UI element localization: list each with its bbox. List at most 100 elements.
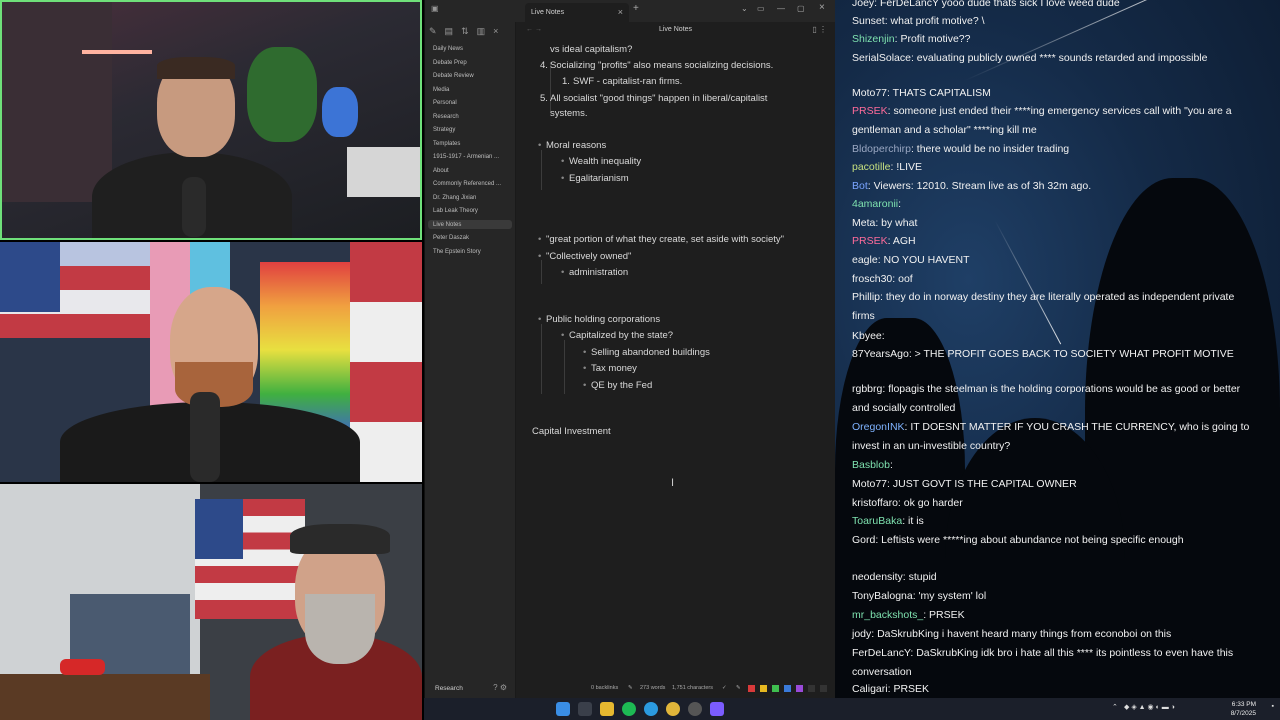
- chat-username[interactable]: Moto77: [852, 87, 887, 99]
- color-swatch-yellow[interactable]: [760, 685, 767, 692]
- window-close-button[interactable]: ×: [819, 2, 825, 13]
- chat-username[interactable]: TonyBalogna: [852, 590, 913, 602]
- chat-username[interactable]: FerDeLancY: [852, 647, 910, 659]
- color-swatch-red[interactable]: [748, 685, 755, 692]
- reading-view-icon[interactable]: ▯: [812, 25, 816, 34]
- file-explorer-icon[interactable]: [600, 702, 614, 716]
- chat-message: Bldoperchirp: there would be no insider …: [852, 140, 1250, 159]
- chat-username[interactable]: pacotille: [852, 161, 891, 173]
- controller: [60, 659, 105, 675]
- chat-username[interactable]: Bldoperchirp: [852, 143, 911, 155]
- note-editor[interactable]: ← → Live Notes ▯ ⋮ vs ideal capitalism? …: [516, 22, 835, 678]
- windows-taskbar: ⌃ ◆ ◈ ▲ ◉ ◐ ▬ ◑ 6:33 PM 8/7/2025 ▪: [424, 698, 1280, 720]
- help-icon[interactable]: ?: [493, 683, 497, 692]
- close-icon[interactable]: ×: [618, 3, 623, 22]
- chat-username[interactable]: Meta: [852, 217, 875, 229]
- vault-name[interactable]: Research: [435, 685, 463, 692]
- chat-message: Moto77: JUST GOVT IS THE CAPITAL OWNER: [852, 475, 1250, 494]
- collapse-icon[interactable]: ▥: [477, 26, 494, 36]
- chat-username[interactable]: Phillip: [852, 291, 880, 303]
- chat-message: 4amaronii:: [852, 195, 1250, 214]
- sidebar-item-live-notes[interactable]: Live Notes: [428, 220, 512, 229]
- color-swatch-blue[interactable]: [784, 685, 791, 692]
- chat-username[interactable]: neodensity: [852, 571, 903, 583]
- chat-username[interactable]: Caligari: [852, 683, 888, 695]
- new-note-icon[interactable]: ✎: [429, 26, 445, 36]
- sidebar-item-zhang-jixian[interactable]: Dr. Zhang Jixian: [433, 195, 476, 201]
- sidebar-item-armenian[interactable]: 1915-1917 - Armenian ...: [433, 154, 499, 160]
- sidebar-item-commonly-referenced[interactable]: Commonly Referenced ...: [433, 181, 501, 187]
- sidebar-item-debate-review[interactable]: Debate Review: [433, 73, 474, 79]
- tray-chevron-icon[interactable]: ⌃: [1112, 703, 1118, 711]
- chat-text: dude thats sick I love weed dude: [964, 0, 1120, 9]
- color-swatch-green[interactable]: [772, 685, 779, 692]
- chat-username[interactable]: Joey: FerDeLancY yooo: [852, 0, 964, 9]
- backlinks-count[interactable]: 0 backlinks: [591, 685, 618, 691]
- sidebar-item-templates[interactable]: Templates: [433, 141, 460, 147]
- chat-username[interactable]: Gord: [852, 534, 875, 546]
- task-view-icon[interactable]: [578, 702, 592, 716]
- file-explorer: ✎▤⇅▥× Daily News Debate Prep Debate Revi…: [425, 22, 516, 698]
- layout-icon[interactable]: ▭: [757, 4, 765, 13]
- chat-username[interactable]: 87YearsAgo: [852, 348, 909, 360]
- chevron-down-icon[interactable]: ⌄: [741, 4, 748, 13]
- obsidian-icon[interactable]: [710, 702, 724, 716]
- note-line: vs ideal capitalism?: [550, 44, 633, 55]
- new-folder-icon[interactable]: ▤: [445, 26, 462, 36]
- sidebar-item-epstein-story[interactable]: The Epstein Story: [433, 249, 481, 255]
- sidebar-item-research[interactable]: Research: [433, 114, 459, 120]
- chat-message: neodensity: stupid: [852, 568, 1250, 587]
- color-swatch-dark[interactable]: [820, 685, 827, 692]
- chat-username[interactable]: OregonINK: [852, 421, 905, 433]
- sidebar-item-peter-daszak[interactable]: Peter Daszak: [433, 235, 469, 241]
- chat-username[interactable]: Moto77: [852, 478, 887, 490]
- spotify-icon[interactable]: [622, 702, 636, 716]
- sidebar-item-personal[interactable]: Personal: [433, 100, 457, 106]
- neon-light: [82, 50, 152, 54]
- sort-icon[interactable]: ⇅: [461, 26, 477, 36]
- taskbar-clock[interactable]: 6:33 PM 8/7/2025: [1231, 700, 1256, 718]
- sidebar-item-media[interactable]: Media: [433, 87, 449, 93]
- sidebar-item-strategy[interactable]: Strategy: [433, 127, 455, 133]
- start-icon[interactable]: [556, 702, 570, 716]
- chat-username[interactable]: ToaruBaka: [852, 515, 902, 527]
- chat-username[interactable]: Sunset: [852, 15, 885, 27]
- new-tab-button[interactable]: +: [633, 3, 639, 14]
- chat-username[interactable]: Basblob: [852, 459, 890, 471]
- edge-icon[interactable]: [644, 702, 658, 716]
- chat-username[interactable]: jody: [852, 628, 871, 640]
- chat-username[interactable]: frosch30: [852, 273, 892, 285]
- obs-icon[interactable]: [688, 702, 702, 716]
- chat-username[interactable]: 4amaronii: [852, 198, 898, 210]
- chat-username[interactable]: Kbyee: [852, 330, 882, 342]
- chat-username[interactable]: kristoffaro: [852, 497, 898, 509]
- chat-username[interactable]: PRSEK: [852, 105, 888, 117]
- more-options-icon[interactable]: ⋮: [819, 25, 827, 34]
- sidebar-toggle-icon[interactable]: ▣: [431, 4, 439, 13]
- sidebar-item-about[interactable]: About: [433, 168, 449, 174]
- tray-icons[interactable]: ◆ ◈ ▲ ◉ ◐ ▬ ◑: [1124, 703, 1175, 711]
- close-all-icon[interactable]: ×: [493, 26, 506, 36]
- chat-text: : JUST GOVT IS THE CAPITAL OWNER: [887, 478, 1077, 490]
- color-swatch-purple[interactable]: [796, 685, 803, 692]
- chat-username[interactable]: Shizenjin: [852, 33, 895, 45]
- color-swatch-black[interactable]: [808, 685, 815, 692]
- chat-username[interactable]: Bot: [852, 180, 868, 192]
- tab-live-notes[interactable]: Live Notes ×: [525, 3, 629, 22]
- chat-username[interactable]: PRSEK: [852, 235, 888, 247]
- maximize-button[interactable]: ▢: [797, 4, 805, 13]
- chat-username[interactable]: SerialSolace: [852, 52, 911, 64]
- minimize-button[interactable]: —: [777, 4, 785, 13]
- gear-icon[interactable]: ⚙: [500, 683, 507, 692]
- chat-text: : they do in norway destiny they are lit…: [852, 291, 1235, 322]
- chat-message: PRSEK: someone just ended their ****ing …: [852, 102, 1250, 139]
- chat-username[interactable]: eagle: [852, 254, 878, 266]
- sidebar-item-debate-prep[interactable]: Debate Prep: [433, 60, 467, 66]
- notification-icon[interactable]: ▪: [1272, 703, 1274, 710]
- chrome-icon[interactable]: [666, 702, 680, 716]
- chat-username[interactable]: rgbbrg: [852, 383, 882, 395]
- chat-username[interactable]: mr_backshots_: [852, 609, 923, 621]
- sidebar-item-lab-leak[interactable]: Lab Leak Theory: [433, 208, 478, 214]
- chat-message: 87YearsAgo: > THE PROFIT GOES BACK TO SO…: [852, 345, 1250, 364]
- sidebar-item-daily-news[interactable]: Daily News: [433, 46, 463, 52]
